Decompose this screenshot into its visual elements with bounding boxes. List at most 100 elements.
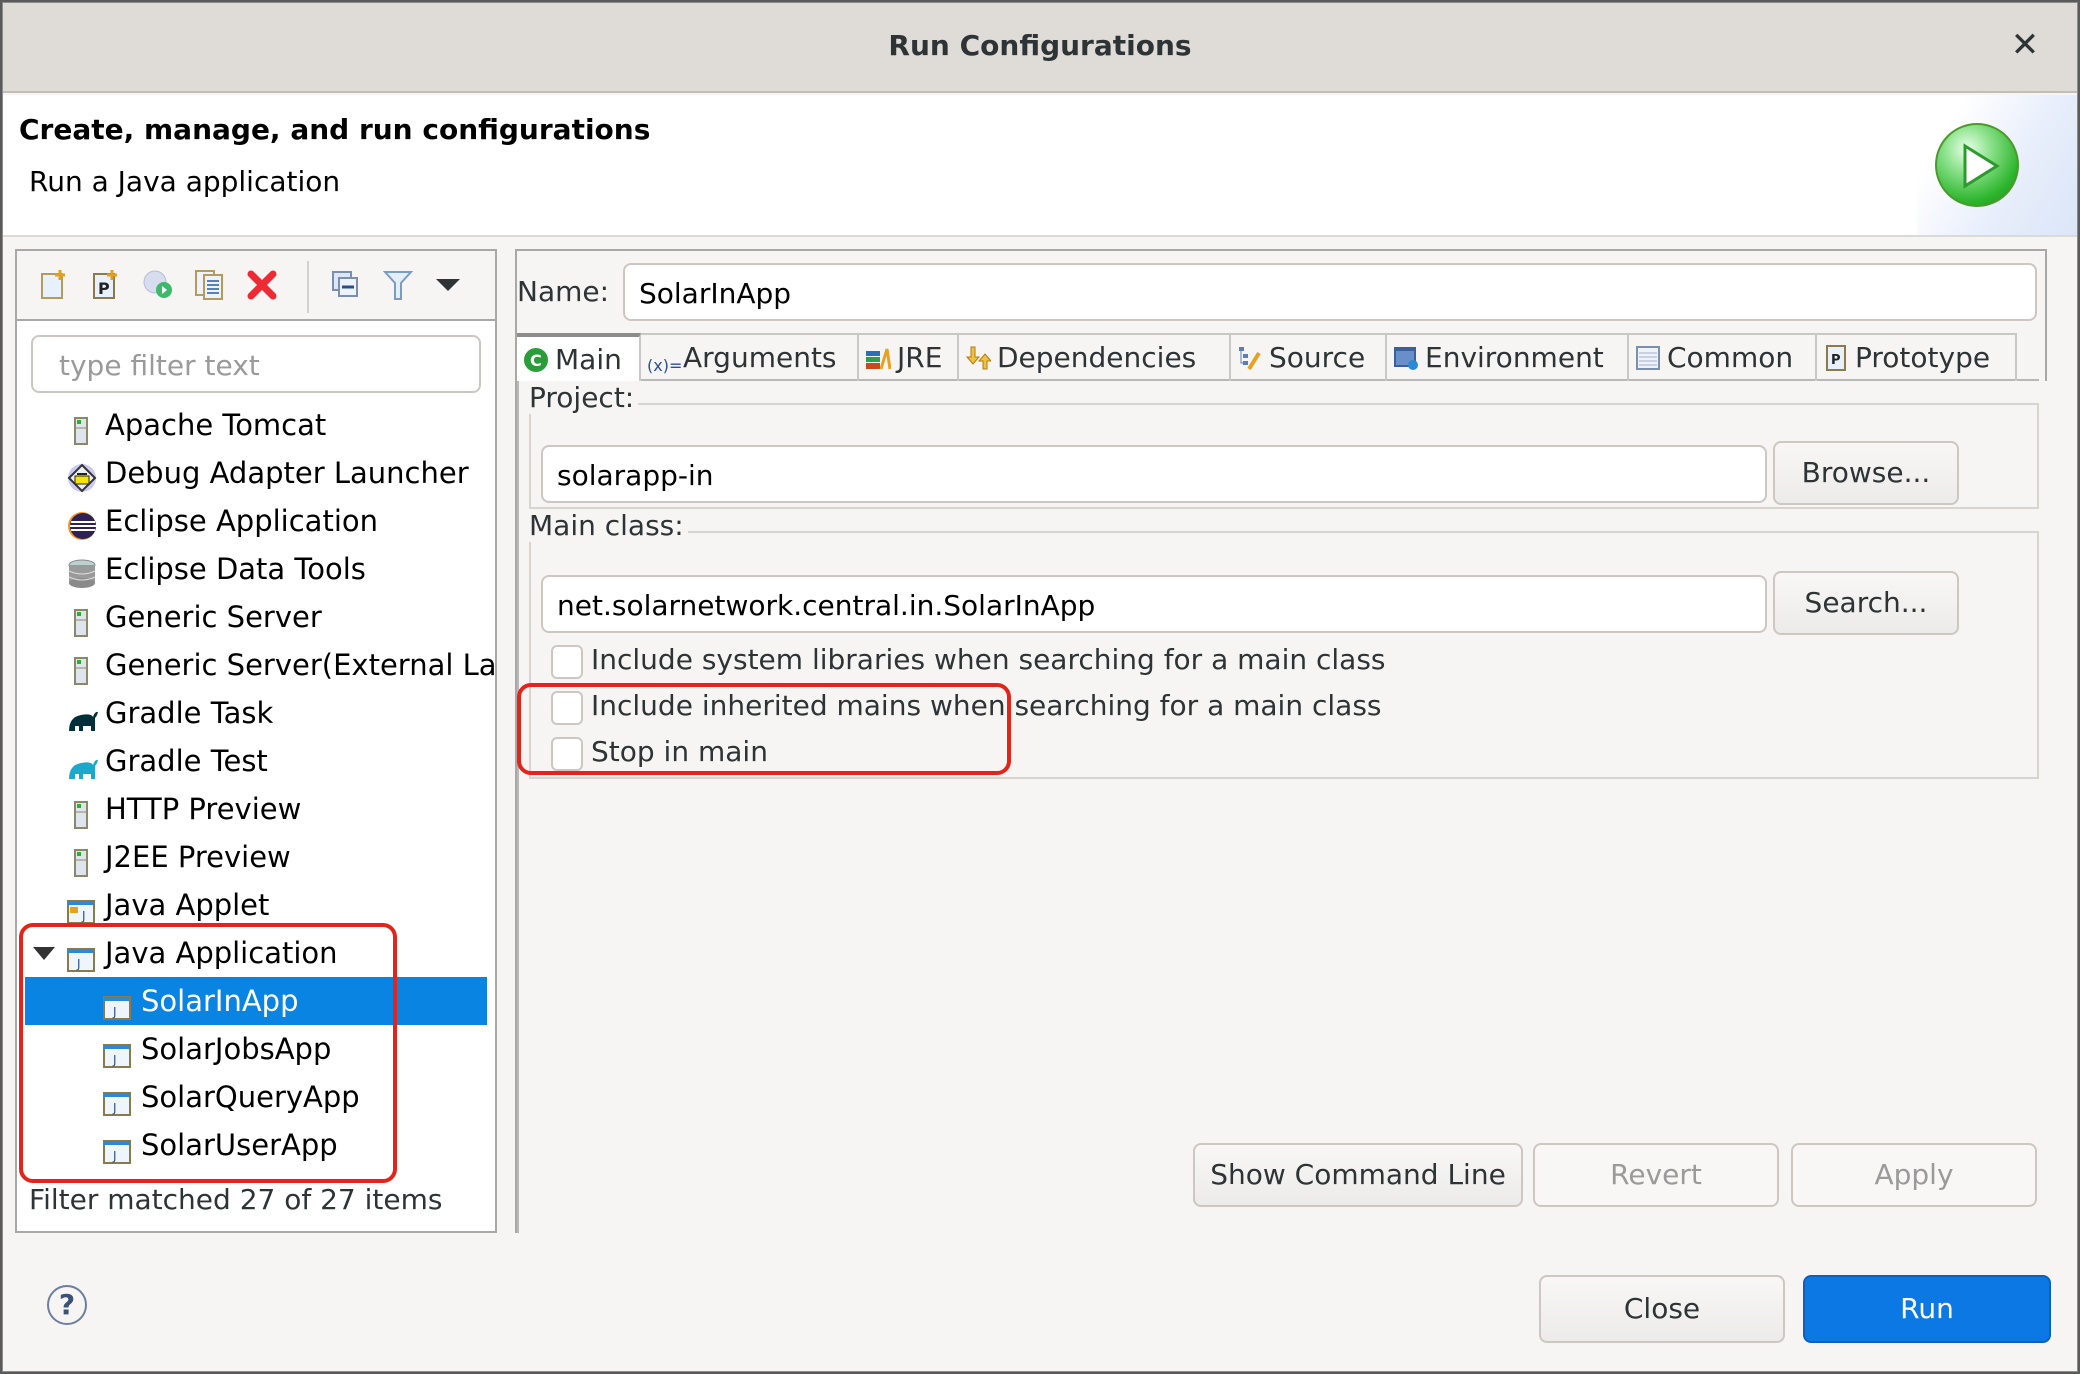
tree-item-java-applet[interactable]: J Java Applet bbox=[17, 881, 495, 929]
tree-item-http-preview[interactable]: HTTP Preview bbox=[17, 785, 495, 833]
java-applet-icon: J bbox=[67, 891, 95, 924]
server-icon bbox=[67, 795, 95, 829]
tree-item-gradle-test[interactable]: Gradle Test bbox=[17, 737, 495, 785]
tree-item-gradle-task[interactable]: Gradle Task bbox=[17, 689, 495, 737]
include-system-libraries-label: Include system libraries when searching … bbox=[591, 643, 1386, 676]
chevron-down-icon[interactable] bbox=[431, 265, 465, 305]
filter-input[interactable]: type filter text bbox=[31, 335, 481, 393]
java-app-icon: J bbox=[67, 939, 95, 972]
tab-prototype[interactable]: P Prototype bbox=[1817, 333, 2017, 381]
config-toolbar: P bbox=[17, 251, 495, 321]
main-tab-content: Project: solarapp-in Browse... Main clas… bbox=[517, 381, 2047, 1233]
window-title: Run Configurations bbox=[888, 29, 1192, 62]
tree-item-java-application[interactable]: J Java Application bbox=[17, 929, 495, 977]
include-inherited-mains-checkbox[interactable] bbox=[551, 691, 583, 725]
run-icon bbox=[1935, 123, 2019, 207]
dependencies-icon bbox=[965, 339, 993, 370]
toolbar-separator bbox=[307, 261, 309, 313]
tab-source[interactable]: Source bbox=[1231, 333, 1387, 381]
filter-status: Filter matched 27 of 27 items bbox=[29, 1183, 443, 1216]
new-prototype-icon[interactable]: P bbox=[89, 265, 123, 305]
header-banner: Create, manage, and run configurations R… bbox=[3, 95, 2077, 237]
apply-button[interactable]: Apply bbox=[1791, 1143, 2037, 1207]
project-label: Project: bbox=[529, 381, 639, 414]
tab-dependencies[interactable]: Dependencies bbox=[959, 333, 1231, 381]
expand-arrow-icon[interactable] bbox=[33, 947, 55, 960]
main-class-input[interactable]: net.solarnetwork.central.in.SolarInApp bbox=[541, 575, 1767, 633]
server-icon bbox=[67, 843, 95, 877]
main-class-label: Main class: bbox=[529, 509, 688, 542]
svg-text:J: J bbox=[112, 1149, 117, 1163]
server-icon bbox=[67, 411, 95, 445]
show-command-line-button[interactable]: Show Command Line bbox=[1193, 1143, 1523, 1207]
svg-text:P: P bbox=[1831, 353, 1841, 368]
tree-item-eclipse-application[interactable]: Eclipse Application bbox=[17, 497, 495, 545]
tree-item-generic-server-external[interactable]: Generic Server(External La bbox=[17, 641, 495, 689]
tab-jre[interactable]: JRE bbox=[859, 333, 959, 381]
new-config-icon[interactable] bbox=[37, 265, 71, 305]
svg-text:J: J bbox=[76, 957, 81, 971]
tree-item-solarqueryapp[interactable]: J SolarQueryApp bbox=[17, 1073, 495, 1121]
revert-button[interactable]: Revert bbox=[1533, 1143, 1779, 1207]
collapse-all-icon[interactable] bbox=[329, 265, 363, 305]
configuration-editor-panel: Name: SolarInApp C Main (x)=Arguments JRE… bbox=[515, 249, 2047, 1233]
include-system-libraries-checkbox[interactable] bbox=[551, 645, 583, 679]
svg-text:C: C bbox=[530, 351, 542, 370]
title-bar: Run Configurations ✕ bbox=[3, 3, 2077, 93]
tree-item-solarinapp[interactable]: J SolarInApp bbox=[25, 977, 487, 1025]
config-tabs: C Main (x)=Arguments JRE Dependencies Sou… bbox=[517, 333, 2039, 383]
gradle-test-icon bbox=[67, 747, 98, 779]
delete-icon[interactable] bbox=[245, 265, 279, 305]
run-configurations-dialog: Run Configurations ✕ Create, manage, and… bbox=[2, 2, 2078, 1372]
browse-button[interactable]: Browse... bbox=[1773, 441, 1959, 505]
name-input[interactable]: SolarInApp bbox=[623, 263, 2037, 321]
tab-common[interactable]: Common bbox=[1629, 333, 1817, 381]
environment-icon bbox=[1393, 339, 1419, 370]
filter-icon[interactable] bbox=[381, 265, 415, 305]
close-button[interactable]: Close bbox=[1539, 1275, 1785, 1343]
svg-text:J: J bbox=[112, 1005, 117, 1019]
search-button[interactable]: Search... bbox=[1773, 571, 1959, 635]
tree-item-solaruserapp[interactable]: J SolarUserApp bbox=[17, 1121, 495, 1169]
common-icon bbox=[1635, 339, 1661, 370]
tab-environment[interactable]: Environment bbox=[1387, 333, 1629, 381]
export-icon[interactable] bbox=[141, 265, 175, 305]
svg-text:P: P bbox=[98, 279, 110, 298]
tree-item-debug-adapter-launcher[interactable]: Debug Adapter Launcher bbox=[17, 449, 495, 497]
duplicate-icon[interactable] bbox=[193, 265, 227, 305]
banner-heading: Create, manage, and run configurations bbox=[19, 113, 651, 146]
tab-arguments[interactable]: (x)=Arguments bbox=[641, 333, 859, 381]
source-icon bbox=[1237, 339, 1263, 371]
tree-item-generic-server[interactable]: Generic Server bbox=[17, 593, 495, 641]
tree-item-j2ee-preview[interactable]: J2EE Preview bbox=[17, 833, 495, 881]
project-input[interactable]: solarapp-in bbox=[541, 445, 1767, 503]
gradle-icon bbox=[67, 699, 98, 731]
arguments-icon: (x)= bbox=[647, 356, 683, 375]
jre-icon bbox=[865, 339, 892, 370]
java-app-icon: J bbox=[103, 987, 131, 1020]
debug-adapter-icon bbox=[67, 459, 97, 493]
database-icon bbox=[67, 555, 96, 588]
include-inherited-mains-label: Include inherited mains when searching f… bbox=[591, 689, 1382, 722]
svg-text:J: J bbox=[81, 909, 86, 923]
svg-text:J: J bbox=[112, 1101, 117, 1115]
java-app-icon: J bbox=[103, 1035, 131, 1068]
java-app-icon: J bbox=[103, 1083, 131, 1116]
tab-main[interactable]: C Main bbox=[517, 333, 641, 383]
tree-item-solarjobsapp[interactable]: J SolarJobsApp bbox=[17, 1025, 495, 1073]
close-icon[interactable]: ✕ bbox=[2007, 27, 2043, 63]
stop-in-main-checkbox[interactable] bbox=[551, 737, 583, 771]
main-tab-icon: C bbox=[523, 341, 549, 372]
tree-item-apache-tomcat[interactable]: Apache Tomcat bbox=[17, 401, 495, 449]
svg-text:J: J bbox=[112, 1053, 117, 1067]
tree-item-eclipse-data-tools[interactable]: Eclipse Data Tools bbox=[17, 545, 495, 593]
server-icon bbox=[67, 603, 95, 637]
server-icon bbox=[67, 651, 95, 685]
java-app-icon: J bbox=[103, 1131, 131, 1164]
configuration-tree: Apache Tomcat Debug Adapter Launcher Ecl… bbox=[17, 401, 495, 1169]
prototype-icon: P bbox=[1823, 339, 1849, 371]
run-button[interactable]: Run bbox=[1803, 1275, 2051, 1343]
help-icon[interactable]: ? bbox=[47, 1285, 87, 1325]
banner-subtitle: Run a Java application bbox=[29, 165, 341, 198]
stop-in-main-label: Stop in main bbox=[591, 735, 768, 768]
